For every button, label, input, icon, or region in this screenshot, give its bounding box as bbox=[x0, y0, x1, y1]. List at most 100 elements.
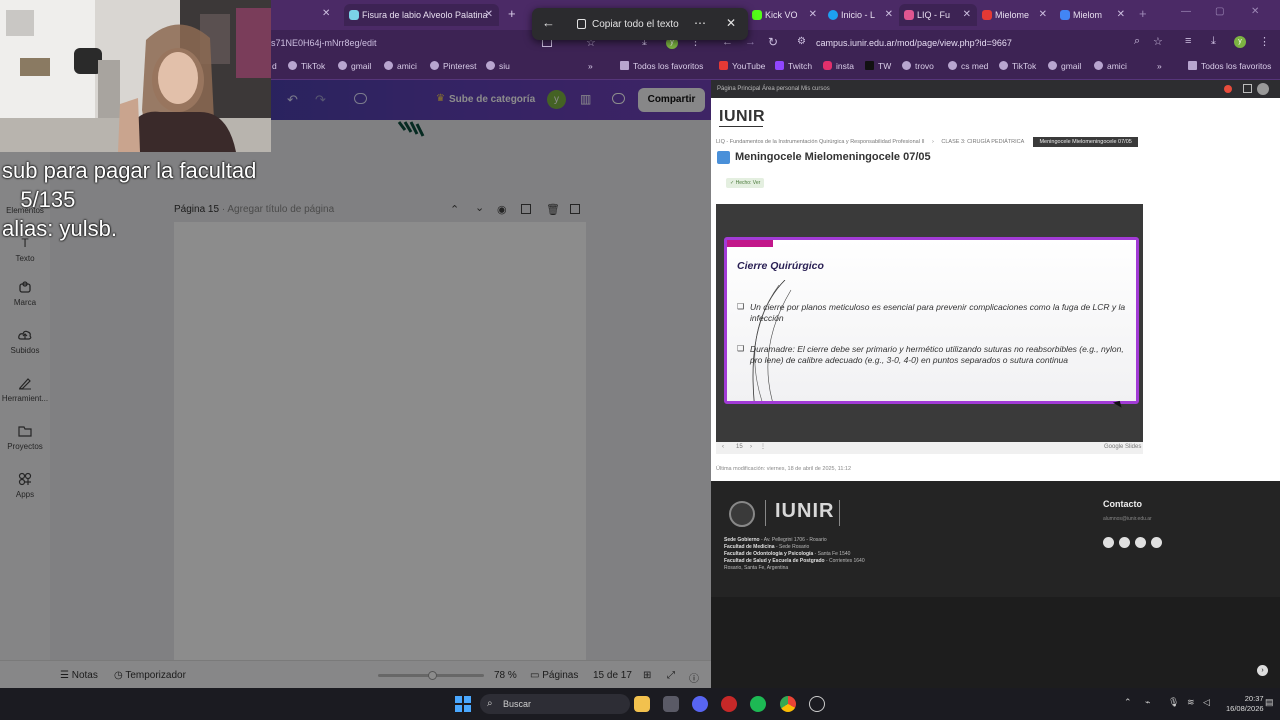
sidebar-item-projects[interactable]: Proyectos bbox=[0, 424, 50, 451]
timer-button[interactable]: ◷ Temporizador bbox=[114, 670, 186, 681]
bookmark-item[interactable]: amici bbox=[1094, 61, 1127, 71]
comment-icon[interactable] bbox=[612, 93, 625, 104]
tab-liq[interactable]: LIQ - Fu ✕ bbox=[899, 4, 977, 26]
tab-mielome-2[interactable]: Mielom ✕ bbox=[1055, 4, 1131, 26]
bookmark-item[interactable]: TW bbox=[865, 61, 891, 71]
fullscreen-icon[interactable]: ⤢ bbox=[667, 670, 675, 681]
microphone-icon[interactable]: 🎙 bbox=[1168, 697, 1179, 708]
url-text[interactable]: s71NE0H64j-mNrr8eg/edit bbox=[271, 38, 377, 48]
user-avatar[interactable] bbox=[1257, 83, 1269, 95]
eye-icon[interactable]: ◉ bbox=[497, 203, 507, 216]
sidebar-item-tools[interactable]: Herramient... bbox=[0, 376, 50, 403]
url-text[interactable]: campus.iunir.edu.ar/mod/page/view.php?id… bbox=[816, 38, 1012, 48]
bookmark-item[interactable]: amici bbox=[384, 61, 417, 71]
bookmark-item[interactable]: gmail bbox=[1048, 61, 1081, 71]
sidebar-item-apps[interactable]: Apps bbox=[0, 472, 50, 499]
duplicate-icon[interactable] bbox=[521, 204, 531, 214]
bookmark-folder[interactable]: Todos los favoritos bbox=[1188, 61, 1271, 71]
menu-icon[interactable]: ⋮ bbox=[1259, 35, 1270, 48]
tab-mielome-1[interactable]: Mielome ✕ bbox=[977, 4, 1053, 26]
next-slide-icon[interactable]: › bbox=[750, 444, 752, 450]
more-options-icon[interactable]: ⋯ bbox=[694, 16, 706, 30]
start-windows-icon[interactable] bbox=[455, 696, 471, 712]
slides-provider[interactable]: Google Slides bbox=[1104, 444, 1141, 450]
site-info-icon[interactable]: ⚙ bbox=[797, 36, 806, 47]
network-icon[interactable]: ⌁ bbox=[1145, 697, 1150, 708]
sidebar-item-brand[interactable]: Marca bbox=[0, 280, 50, 307]
tab-canva[interactable]: Fisura de labio Alveolo Palatina ✕ bbox=[344, 4, 499, 26]
prev-slide-icon[interactable]: ‹ bbox=[722, 444, 724, 450]
instagram-icon[interactable] bbox=[1119, 537, 1130, 548]
close-tab-icon[interactable]: ✕ bbox=[485, 4, 493, 26]
chevron-down-icon[interactable]: ⌄ bbox=[475, 201, 484, 214]
bookmark-item[interactable]: trovo bbox=[902, 61, 934, 71]
obs-icon[interactable] bbox=[809, 696, 825, 712]
cloud-save-icon[interactable] bbox=[354, 93, 367, 104]
bookmark-item[interactable]: YouTube bbox=[719, 61, 765, 71]
bookmark-item[interactable]: Pinterest bbox=[430, 61, 477, 71]
design-page[interactable] bbox=[174, 222, 586, 660]
tab-inicio[interactable]: Inicio - L ✕ bbox=[823, 4, 899, 26]
pages-button[interactable]: ▭ Páginas bbox=[530, 670, 578, 681]
back-arrow-icon[interactable]: ← bbox=[542, 15, 555, 30]
bookmark-item[interactable]: TikTok bbox=[999, 61, 1036, 71]
window-close-icon[interactable]: ✕ bbox=[1251, 6, 1259, 17]
bookmark-folder[interactable]: Todos los favoritos bbox=[620, 61, 703, 71]
reload-icon[interactable]: ↻ bbox=[768, 35, 778, 49]
new-tab-icon[interactable]: + bbox=[1139, 6, 1147, 21]
youtube-icon[interactable] bbox=[1151, 537, 1162, 548]
file-explorer-icon[interactable] bbox=[634, 696, 650, 712]
undo-icon[interactable]: ↶ bbox=[287, 92, 298, 108]
copy-all-text-button[interactable]: Copiar todo el texto bbox=[592, 19, 679, 30]
chevron-up-icon[interactable]: ⌃ bbox=[1124, 697, 1132, 708]
redo-icon[interactable]: ↷ bbox=[315, 92, 326, 108]
star-icon[interactable]: ☆ bbox=[1153, 35, 1163, 48]
close-icon[interactable]: ✕ bbox=[322, 8, 330, 19]
close-icon[interactable]: ✕ bbox=[726, 16, 736, 30]
profile-avatar[interactable]: y bbox=[1234, 36, 1246, 48]
facebook-icon[interactable] bbox=[1103, 537, 1114, 548]
playlist-icon[interactable]: ≡ bbox=[1185, 35, 1191, 47]
notes-button[interactable]: ☰ Notas bbox=[60, 670, 98, 681]
bookmark-item[interactable]: gmail bbox=[338, 61, 371, 71]
spotify-icon[interactable] bbox=[750, 696, 766, 712]
twitter-icon[interactable] bbox=[1135, 537, 1146, 548]
minimize-icon[interactable]: — bbox=[1181, 6, 1191, 17]
store-icon[interactable] bbox=[663, 696, 679, 712]
download-icon[interactable]: ⤓ bbox=[1211, 35, 1216, 48]
sidebar-item-uploads[interactable]: Subidos bbox=[0, 328, 50, 355]
upgrade-label[interactable]: Sube de categoría bbox=[449, 94, 535, 105]
analytics-icon[interactable]: ▥ bbox=[580, 92, 591, 106]
help-icon[interactable]: ⓘ bbox=[689, 670, 699, 685]
add-page-icon[interactable] bbox=[570, 204, 580, 214]
bookmark-item[interactable]: siu bbox=[486, 61, 510, 71]
chevron-right-icon[interactable]: » bbox=[1157, 61, 1162, 71]
bookmark-item[interactable]: insta bbox=[823, 61, 854, 71]
avatar[interactable]: y bbox=[547, 90, 566, 109]
chevron-right-icon[interactable]: » bbox=[588, 61, 593, 71]
scroll-down-icon[interactable]: › bbox=[1257, 665, 1268, 676]
zoom-slider-thumb[interactable] bbox=[428, 671, 437, 680]
zoom-slider[interactable] bbox=[378, 671, 484, 680]
maximize-icon[interactable]: ▢ bbox=[1215, 6, 1224, 17]
bookmark-item[interactable]: d bbox=[272, 61, 277, 71]
trash-icon[interactable]: 🗑 bbox=[546, 203, 560, 216]
zoom-icon[interactable]: ⌕ bbox=[1134, 35, 1140, 48]
chevron-up-icon[interactable]: ⌃ bbox=[450, 203, 459, 216]
new-tab-icon[interactable]: + bbox=[508, 6, 516, 21]
system-clock[interactable]: 20:37 16/08/2026 bbox=[1226, 694, 1264, 714]
zoom-level[interactable]: 78 % bbox=[494, 670, 517, 681]
share-button[interactable]: Compartir bbox=[638, 88, 705, 112]
forward-icon[interactable]: → bbox=[745, 36, 756, 48]
chrome-icon[interactable] bbox=[780, 696, 796, 712]
bookmark-item[interactable]: cs med bbox=[948, 61, 988, 71]
tab-kick[interactable]: Kick VO ✕ bbox=[747, 4, 823, 26]
contact-email[interactable]: alumnos@iunir.edu.ar bbox=[1103, 516, 1152, 522]
notifications-icon[interactable]: ▤ bbox=[1265, 697, 1274, 708]
volume-icon[interactable]: ◁ bbox=[1203, 697, 1210, 708]
more-icon[interactable]: ⋮ bbox=[760, 443, 766, 450]
bookmark-item[interactable]: Twitch bbox=[775, 61, 812, 71]
discord-icon[interactable] bbox=[692, 696, 708, 712]
site-logo[interactable]: IUNIR bbox=[719, 108, 765, 126]
grid-view-icon[interactable]: ⊞ bbox=[643, 670, 651, 681]
